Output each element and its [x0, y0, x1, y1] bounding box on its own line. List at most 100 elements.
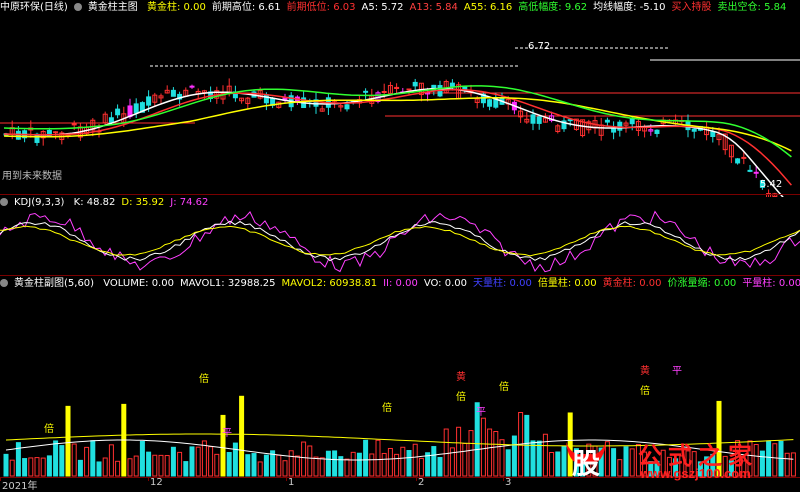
- volume-marker: 黄: [640, 364, 650, 377]
- volume-marker: 倍: [499, 380, 509, 393]
- time-axis-label: 2: [418, 477, 425, 488]
- header-item: A5: 5.72: [361, 2, 404, 13]
- volume-bar: [65, 405, 71, 477]
- volume-bar: [542, 433, 548, 477]
- volume-bar: [232, 442, 238, 477]
- volume-bar: [96, 461, 102, 477]
- volume-item: 价涨量缩: 0.00: [667, 278, 737, 289]
- header-item: 前期高位: 6.61: [211, 2, 281, 13]
- volume-bar: [71, 443, 77, 477]
- candle-body: [741, 156, 747, 159]
- volume-bar: [499, 439, 505, 477]
- volume-bar: [505, 449, 511, 477]
- volume-bar: [22, 458, 28, 477]
- header-item: 前期低位: 6.03: [286, 2, 356, 13]
- volume-bar: [146, 451, 152, 477]
- volume-bar: [319, 457, 325, 477]
- volume-bar: [9, 459, 15, 477]
- volume-bar: [133, 455, 139, 477]
- candle-body: [449, 82, 455, 87]
- volume-item: II: 0.00: [383, 278, 418, 289]
- volume-bar: [344, 458, 350, 477]
- kdj-item: D: 35.92: [121, 197, 165, 208]
- volume-marker: 倍: [456, 390, 466, 403]
- volume-bar: [363, 439, 369, 477]
- time-axis-tick: [503, 477, 504, 481]
- volume-marker: 黄: [456, 370, 466, 383]
- header-item: 买入持股: [671, 2, 712, 13]
- volume-bar: [437, 457, 443, 477]
- candle-body: [406, 88, 412, 91]
- volume-bar: [115, 460, 121, 477]
- kdj-title[interactable]: KDJ(9,3,3): [14, 197, 64, 208]
- volume-bar: [356, 452, 362, 477]
- volume-bar: [282, 460, 288, 477]
- header-item: 卖出空仓: 5.84: [717, 2, 787, 13]
- candle-body: [189, 85, 195, 88]
- watermark-logo: 股 公式之家 www.gszj100.com: [560, 434, 796, 484]
- future-data-note: 用到未来数据: [2, 171, 62, 182]
- candle-body: [15, 130, 21, 140]
- candle-body: [344, 104, 350, 110]
- volume-bar: [251, 453, 257, 477]
- volume-bar: [325, 450, 331, 477]
- volume-bar: [412, 443, 418, 477]
- volume-bar: [152, 454, 158, 477]
- header-item: 黄金柱: 0.00: [147, 2, 206, 13]
- volume-header: 黄金柱副图(5,60) VOLUME: 0.00 MAVOL1: 32988.25…: [0, 277, 800, 290]
- time-axis-label: 2021年: [2, 481, 38, 492]
- volume-bar: [245, 454, 251, 477]
- watermark-url: www.gszj100.com: [640, 466, 751, 481]
- kdj-j-line: [0, 210, 800, 273]
- volume-bar: [536, 440, 542, 477]
- volume-bar: [449, 447, 455, 477]
- volume-bar: [59, 445, 65, 477]
- volume-bar: [189, 446, 195, 477]
- volume-marker: 平: [672, 366, 682, 377]
- volume-bar: [294, 455, 300, 477]
- candle-body: [108, 117, 114, 123]
- kdj-settings-icon[interactable]: [0, 198, 8, 206]
- volume-marker: 平: [476, 407, 486, 418]
- volume-item: 天量柱: 0.00: [473, 278, 532, 289]
- time-axis-tick: [148, 477, 149, 481]
- candle-body: [363, 90, 369, 93]
- volume-bar: [170, 446, 176, 477]
- volume-bar: [549, 451, 555, 477]
- volume-item: MAVOL2: 60938.81: [281, 278, 378, 289]
- volume-bar: [183, 461, 189, 477]
- time-axis-tick: [416, 477, 417, 481]
- volume-bar: [28, 457, 34, 477]
- volume-bar: [462, 442, 468, 477]
- volume-title[interactable]: 黄金柱副图(5,60): [14, 278, 94, 289]
- candle-body: [133, 103, 139, 114]
- candle-body: [170, 89, 176, 97]
- volume-bar: [493, 430, 499, 477]
- kdj-chart[interactable]: [0, 208, 800, 274]
- volume-bar: [307, 445, 313, 477]
- volume-bar: [480, 417, 486, 477]
- low-price-label: 5.42: [760, 179, 783, 190]
- candle-body: [53, 131, 59, 134]
- volume-bar: [164, 455, 170, 477]
- settings-icon[interactable]: [73, 3, 82, 11]
- indicator-name[interactable]: 黄金柱主图: [88, 2, 138, 13]
- candle-body: [487, 99, 493, 107]
- candle-body: [536, 116, 542, 124]
- volume-bar: [220, 414, 226, 477]
- volume-bar: [40, 457, 46, 477]
- volume-bar: [301, 441, 307, 477]
- header-items: 黄金柱: 0.00 前期高位: 6.61 前期低位: 6.03 A5: 5.72 A13…: [147, 2, 792, 13]
- pane-divider: [0, 194, 800, 195]
- header-item: 高低幅度: 9.62: [518, 2, 588, 13]
- candle-body: [381, 91, 387, 94]
- volume-bar: [34, 457, 40, 477]
- candle-body: [71, 123, 77, 126]
- volume-bar: [201, 440, 207, 477]
- ma13-line: [3, 88, 792, 186]
- volume-settings-icon[interactable]: [0, 279, 8, 287]
- candlestick-chart[interactable]: [0, 14, 800, 197]
- time-axis-label: 3: [505, 477, 512, 488]
- volume-bar: [332, 450, 338, 477]
- volume-bar: [239, 395, 245, 477]
